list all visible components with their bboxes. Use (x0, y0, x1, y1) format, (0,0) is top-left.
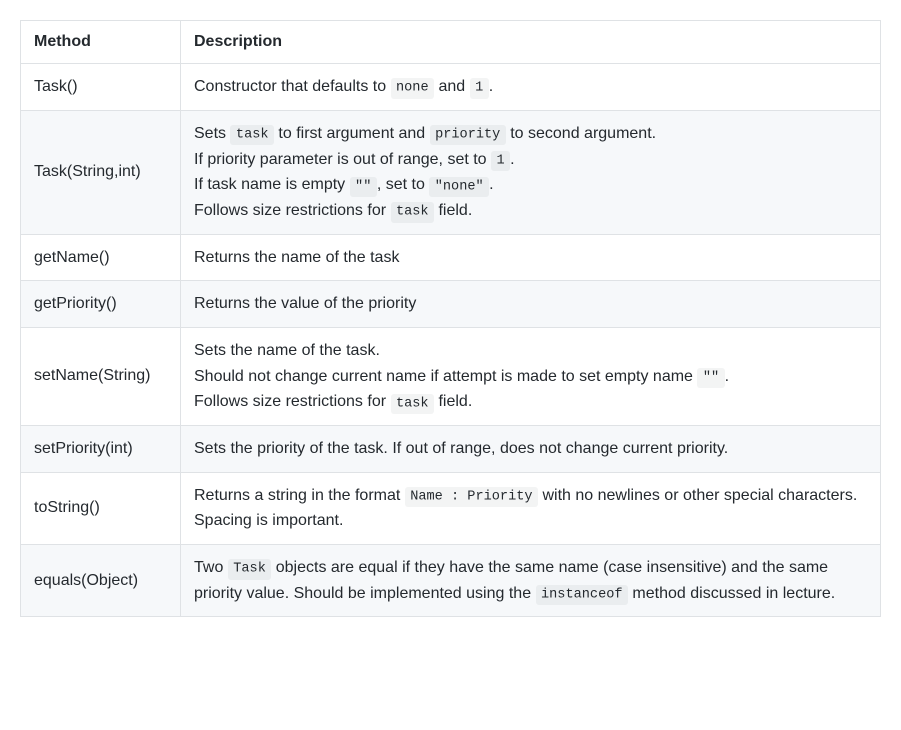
method-name: getName() (21, 234, 181, 281)
desc-text: . (489, 176, 493, 193)
method-description: Sets the priority of the task. If out of… (181, 426, 881, 473)
table-row: getPriority() Returns the value of the p… (21, 281, 881, 328)
table-row: toString() Returns a string in the forma… (21, 472, 881, 544)
method-description: Constructor that defaults to none and 1. (181, 64, 881, 111)
desc-line: If task name is empty "", set to "none". (194, 172, 867, 198)
code-snippet: 1 (491, 151, 510, 171)
desc-text: , set to (377, 176, 429, 193)
desc-text: If task name is empty (194, 176, 350, 193)
desc-text: Follows size restrictions for (194, 202, 391, 219)
table-header-row: Method Description (21, 21, 881, 64)
method-description: Sets task to first argument and priority… (181, 110, 881, 234)
code-snippet: none (391, 78, 435, 98)
desc-text: Returns the value of the priority (194, 295, 416, 312)
desc-text: Sets the name of the task. (194, 342, 380, 359)
desc-text: method discussed in lecture. (628, 585, 835, 602)
header-method: Method (21, 21, 181, 64)
method-description: Returns the name of the task (181, 234, 881, 281)
method-description: Sets the name of the task. Should not ch… (181, 327, 881, 425)
code-snippet: "" (350, 177, 377, 197)
desc-text: field. (434, 202, 472, 219)
method-name: setPriority(int) (21, 426, 181, 473)
table-row: Task(String,int) Sets task to first argu… (21, 110, 881, 234)
method-name: setName(String) (21, 327, 181, 425)
code-snippet: "none" (429, 177, 489, 197)
table-row: setPriority(int) Sets the priority of th… (21, 426, 881, 473)
method-name: getPriority() (21, 281, 181, 328)
desc-text: to first argument and (274, 125, 430, 142)
desc-line: Should not change current name if attemp… (194, 364, 867, 390)
desc-text: Should not change current name if attemp… (194, 368, 697, 385)
table-row: getName() Returns the name of the task (21, 234, 881, 281)
code-snippet: 1 (470, 78, 489, 98)
method-name: equals(Object) (21, 544, 181, 617)
desc-line: Follows size restrictions for task field… (194, 198, 867, 224)
desc-line: Sets task to first argument and priority… (194, 121, 867, 147)
desc-line: Follows size restrictions for task field… (194, 389, 867, 415)
code-snippet: task (391, 394, 435, 414)
method-name: Task() (21, 64, 181, 111)
desc-text: Follows size restrictions for (194, 393, 391, 410)
code-snippet: instanceof (536, 585, 628, 605)
desc-text: field. (434, 393, 472, 410)
table-row: setName(String) Sets the name of the tas… (21, 327, 881, 425)
method-name: Task(String,int) (21, 110, 181, 234)
methods-table: Method Description Task() Constructor th… (20, 20, 881, 617)
desc-text: Returns the name of the task (194, 249, 399, 266)
desc-text: . (510, 151, 514, 168)
code-snippet: task (391, 202, 435, 222)
desc-text: Constructor that defaults to (194, 78, 391, 95)
code-snippet: priority (430, 125, 506, 145)
desc-text: Two (194, 559, 228, 576)
method-description: Returns the value of the priority (181, 281, 881, 328)
code-snippet: Task (228, 559, 272, 579)
header-description: Description (181, 21, 881, 64)
code-snippet: task (230, 125, 274, 145)
desc-line: Sets the name of the task. (194, 338, 867, 364)
desc-line: If priority parameter is out of range, s… (194, 147, 867, 173)
table-row: Task() Constructor that defaults to none… (21, 64, 881, 111)
desc-text: If priority parameter is out of range, s… (194, 151, 491, 168)
desc-text: to second argument. (506, 125, 656, 142)
desc-text: Sets the priority of the task. If out of… (194, 440, 728, 457)
desc-text: Returns a string in the format (194, 487, 405, 504)
desc-text: . (489, 78, 493, 95)
code-snippet: "" (697, 368, 724, 388)
method-description: Returns a string in the format Name : Pr… (181, 472, 881, 544)
desc-text: Sets (194, 125, 230, 142)
desc-text: and (434, 78, 470, 95)
method-name: toString() (21, 472, 181, 544)
method-description: Two Task objects are equal if they have … (181, 544, 881, 617)
table-row: equals(Object) Two Task objects are equa… (21, 544, 881, 617)
desc-text: . (725, 368, 729, 385)
code-snippet: Name : Priority (405, 487, 538, 507)
